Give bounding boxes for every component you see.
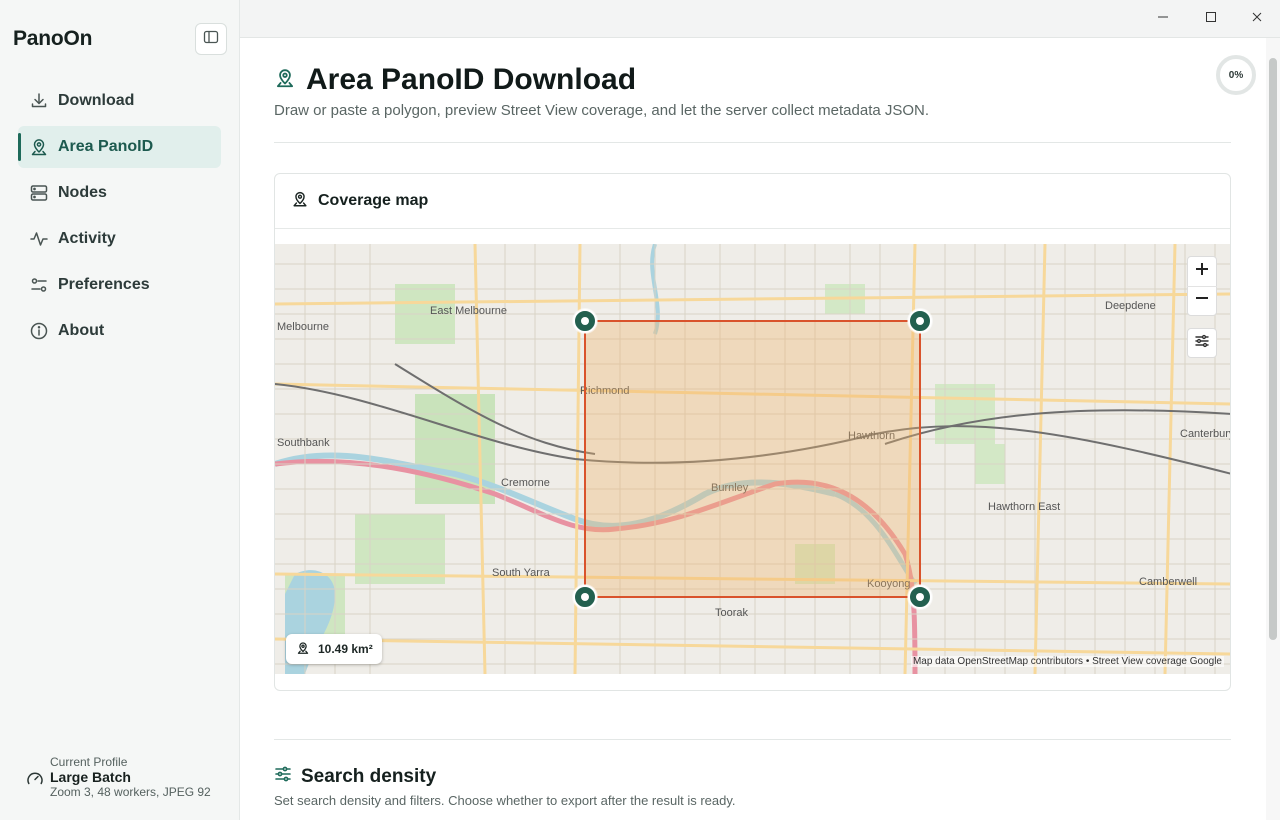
zoom-out-button[interactable]: [1187, 287, 1217, 316]
app-brand: PanoOn: [13, 27, 93, 50]
svg-text:Toorak: Toorak: [715, 607, 749, 619]
sidebar: PanoOn Download Area PanoID Nodes Activi…: [0, 0, 240, 820]
coverage-map-card: Coverage map East Melbourne Richmond Haw…: [274, 173, 1231, 691]
page-title: Area PanoID Download: [306, 63, 637, 96]
page-subtitle: Draw or paste a polygon, preview Street …: [274, 102, 930, 119]
close-button[interactable]: [1248, 10, 1266, 28]
download-icon: [29, 91, 49, 111]
sidebar-item-label: Nodes: [58, 184, 107, 201]
sidebar-toggle-icon: [203, 29, 219, 50]
minimize-icon: [1157, 10, 1169, 28]
svg-text:Camberwell: Camberwell: [1139, 576, 1197, 588]
sidebar-item-label: About: [58, 322, 105, 339]
info-icon: [29, 321, 49, 341]
minimize-button[interactable]: [1154, 10, 1172, 28]
map-layers-button[interactable]: [1187, 328, 1217, 358]
sidebar-item-label: Activity: [58, 230, 116, 247]
coverage-map-header: Coverage map: [275, 174, 1230, 229]
header-divider: [274, 142, 1231, 143]
sidebar-item-preferences[interactable]: Preferences: [18, 264, 221, 306]
window-titlebar: [240, 0, 1280, 38]
section-divider: [274, 739, 1231, 740]
scrollbar-thumb[interactable]: [1269, 58, 1277, 640]
svg-text:Canterbury: Canterbury: [1180, 428, 1231, 440]
coverage-map-title: Coverage map: [318, 192, 429, 209]
svg-text:Deepdene: Deepdene: [1105, 300, 1156, 312]
maximize-button[interactable]: [1202, 10, 1220, 28]
plus-icon: [1195, 262, 1209, 281]
svg-text:Melbourne: Melbourne: [277, 321, 329, 333]
page-header: Area PanoID Download: [274, 63, 636, 97]
sidebar-item-about[interactable]: About: [18, 310, 221, 352]
map-canvas: East Melbourne Richmond Hawthorn Cremorn…: [275, 244, 1231, 674]
map-attribution: Map data OpenStreetMap contributors • St…: [910, 656, 1224, 667]
coverage-map[interactable]: East Melbourne Richmond Hawthorn Cremorn…: [275, 244, 1231, 674]
zoom-controls: [1187, 256, 1217, 316]
map-pin-icon: [296, 641, 310, 658]
sidebar-item-download[interactable]: Download: [18, 80, 221, 122]
search-density-subtitle: Set search density and filters. Choose w…: [274, 793, 736, 808]
map-pin-icon: [29, 137, 49, 157]
sidebar-item-activity[interactable]: Activity: [18, 218, 221, 260]
search-density-title: Search density: [301, 765, 437, 787]
progress-label: 0%: [1228, 69, 1244, 81]
map-label: East Melbourne: [430, 305, 507, 317]
sidebar-toggle-button[interactable]: [195, 23, 227, 55]
main-content: Area PanoID Download Draw or paste a pol…: [240, 38, 1266, 820]
sidebar-item-label: Preferences: [58, 276, 150, 293]
sliders-icon: [29, 275, 49, 295]
search-density-header: Search density: [274, 765, 436, 788]
progress-ring: 0%: [1215, 54, 1257, 96]
area-value: 10.49 km²: [318, 642, 373, 656]
maximize-icon: [1205, 10, 1217, 28]
minus-icon: [1195, 291, 1209, 310]
map-pin-icon: [274, 67, 296, 94]
sidebar-item-label: Download: [58, 92, 135, 109]
profile-caption: Current Profile: [50, 755, 128, 769]
sidebar-item-area-panoid[interactable]: Area PanoID: [18, 126, 221, 168]
svg-text:South Yarra: South Yarra: [492, 567, 551, 579]
close-icon: [1251, 10, 1263, 28]
main-scrollbar[interactable]: [1266, 38, 1280, 820]
map-pin-icon: [291, 190, 309, 213]
profile-name: Large Batch: [50, 769, 131, 785]
profile-detail: Zoom 3, 48 workers, JPEG 92: [50, 785, 211, 799]
sliders-icon: [274, 765, 292, 788]
sidebar-item-nodes[interactable]: Nodes: [18, 172, 221, 214]
sidebar-item-label: Area PanoID: [58, 138, 154, 155]
sidebar-nav: Download Area PanoID Nodes Activity Pref…: [18, 80, 221, 356]
svg-text:Hawthorn East: Hawthorn East: [988, 501, 1060, 513]
sliders-icon: [1194, 333, 1210, 354]
svg-text:Cremorne: Cremorne: [501, 477, 550, 489]
activity-icon: [29, 229, 49, 249]
server-icon: [29, 183, 49, 203]
gauge-icon: [26, 770, 44, 793]
zoom-in-button[interactable]: [1187, 257, 1217, 287]
svg-text:Southbank: Southbank: [277, 437, 330, 449]
area-badge: 10.49 km²: [286, 634, 382, 664]
